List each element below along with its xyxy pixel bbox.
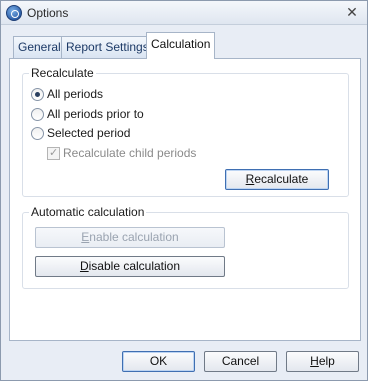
recalculate-group: Recalculate All periods All periods prio… <box>22 66 349 197</box>
radio-button[interactable] <box>31 107 44 121</box>
radio-label: All periods prior to <box>47 107 144 121</box>
enable-calculation-button[interactable]: Enable calculation <box>35 227 225 248</box>
recalculate-group-label: Recalculate <box>29 66 96 80</box>
options-dialog: Options ✕ General Report Settings Calcul… <box>0 0 368 381</box>
checkbox-label: Recalculate child periods <box>63 146 197 160</box>
checkbox-recalculate-child-periods[interactable]: Recalculate child periods <box>47 145 196 161</box>
radio-label: All periods <box>47 87 104 101</box>
radio-all-periods-prior-to[interactable]: All periods prior to <box>31 106 144 122</box>
calculation-panel: Recalculate All periods All periods prio… <box>9 58 361 341</box>
tab-general[interactable]: General <box>13 36 66 58</box>
tab-report-settings[interactable]: Report Settings <box>61 36 154 58</box>
dialog-title: Options <box>27 6 69 20</box>
title-bar: Options ✕ <box>1 1 367 25</box>
close-icon[interactable]: ✕ <box>343 3 361 21</box>
recalculate-button[interactable]: Recalculate <box>225 169 329 190</box>
radio-all-periods[interactable]: All periods <box>31 86 103 102</box>
help-button[interactable]: Help <box>286 351 359 372</box>
automatic-calculation-group: Automatic calculation Enable calculation… <box>22 205 349 289</box>
ok-button[interactable]: OK <box>122 351 195 372</box>
app-logo-icon <box>6 5 22 21</box>
radio-button[interactable] <box>31 87 44 101</box>
radio-selected-period[interactable]: Selected period <box>31 125 130 141</box>
radio-button[interactable] <box>31 126 44 140</box>
disable-calculation-button[interactable]: Disable calculation <box>35 256 225 277</box>
tab-calculation[interactable]: Calculation <box>146 32 216 59</box>
checkbox[interactable] <box>47 146 60 160</box>
radio-label: Selected period <box>47 126 131 140</box>
automatic-calculation-group-label: Automatic calculation <box>29 205 147 219</box>
cancel-button[interactable]: Cancel <box>204 351 277 372</box>
